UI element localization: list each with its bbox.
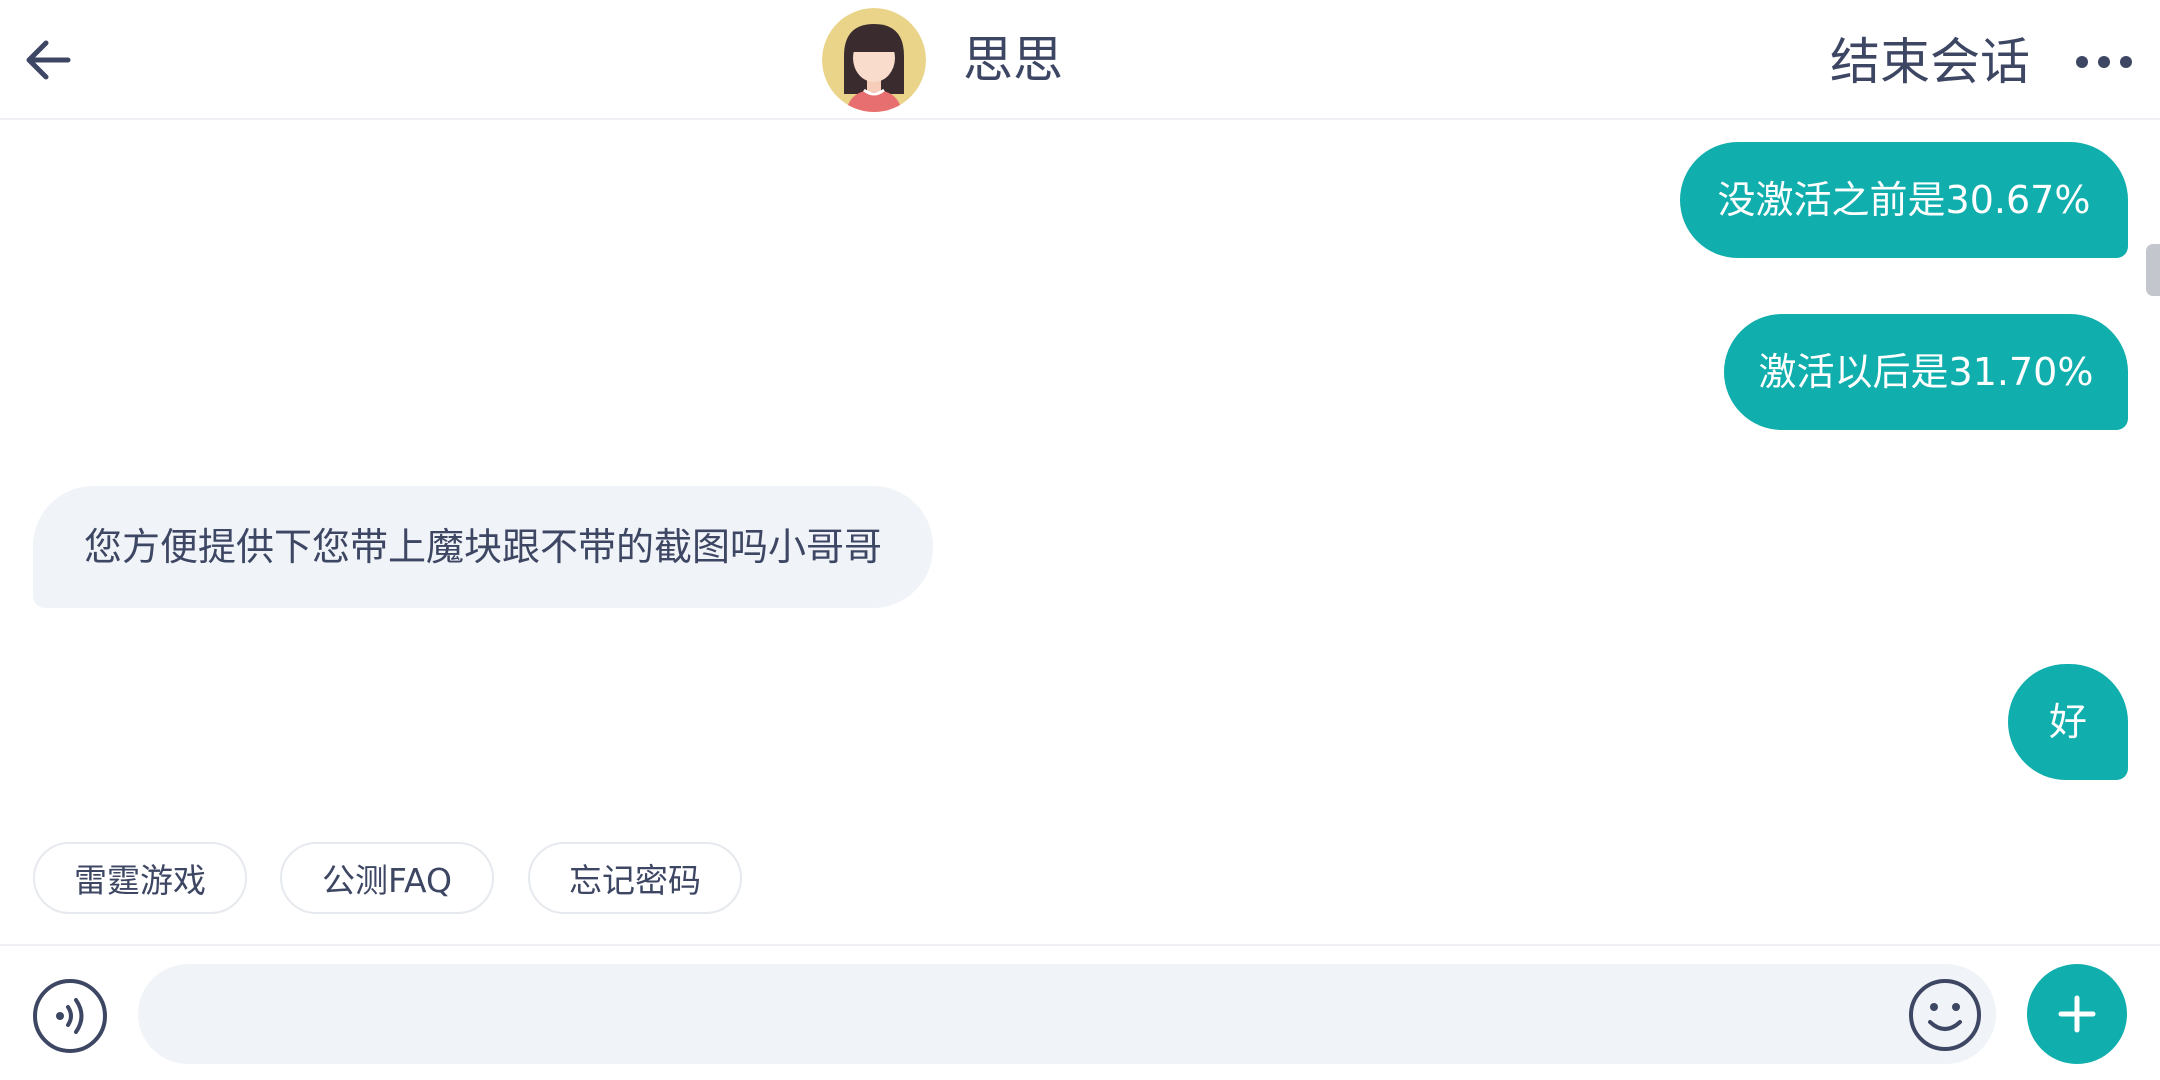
voice-icon	[33, 979, 107, 1053]
arrow-left-icon	[26, 40, 71, 80]
quick-reply-chip[interactable]: 雷霆游戏	[33, 842, 247, 914]
quick-reply-chip[interactable]: 忘记密码	[528, 842, 742, 914]
smiley-icon	[1909, 979, 1981, 1051]
header: 思思 结束会话	[0, 0, 2160, 120]
agent-avatar	[822, 8, 926, 112]
agent-name: 思思	[963, 31, 1063, 89]
message-input[interactable]	[138, 964, 1996, 1064]
chat-screen: 思思 结束会话 没激活之前是30.67% 激活以后是31.70% 您方便提供下您…	[0, 0, 2160, 1080]
more-button[interactable]	[2068, 38, 2140, 86]
add-button[interactable]	[2027, 964, 2127, 1064]
scrollbar-thumb[interactable]	[2146, 244, 2160, 296]
user-message: 没激活之前是30.67%	[1680, 142, 2128, 258]
input-bar	[0, 944, 2160, 1080]
quick-reply-chip[interactable]: 公测FAQ	[280, 842, 494, 914]
quick-replies: 雷霆游戏 公测FAQ 忘记密码	[0, 842, 2160, 916]
user-message: 好	[2008, 664, 2128, 780]
back-button[interactable]	[18, 30, 78, 90]
emoji-button[interactable]	[1906, 976, 1984, 1054]
agent-message: 您方便提供下您带上魔块跟不带的截图吗小哥哥	[33, 486, 933, 608]
user-message: 激活以后是31.70%	[1724, 314, 2128, 430]
voice-button[interactable]	[30, 976, 110, 1056]
plus-icon	[2058, 995, 2096, 1033]
more-dots-icon	[2076, 56, 2132, 68]
message-list[interactable]: 没激活之前是30.67% 激活以后是31.70% 您方便提供下您带上魔块跟不带的…	[0, 120, 2160, 940]
end-chat-button[interactable]: 结束会话	[1830, 30, 2030, 94]
